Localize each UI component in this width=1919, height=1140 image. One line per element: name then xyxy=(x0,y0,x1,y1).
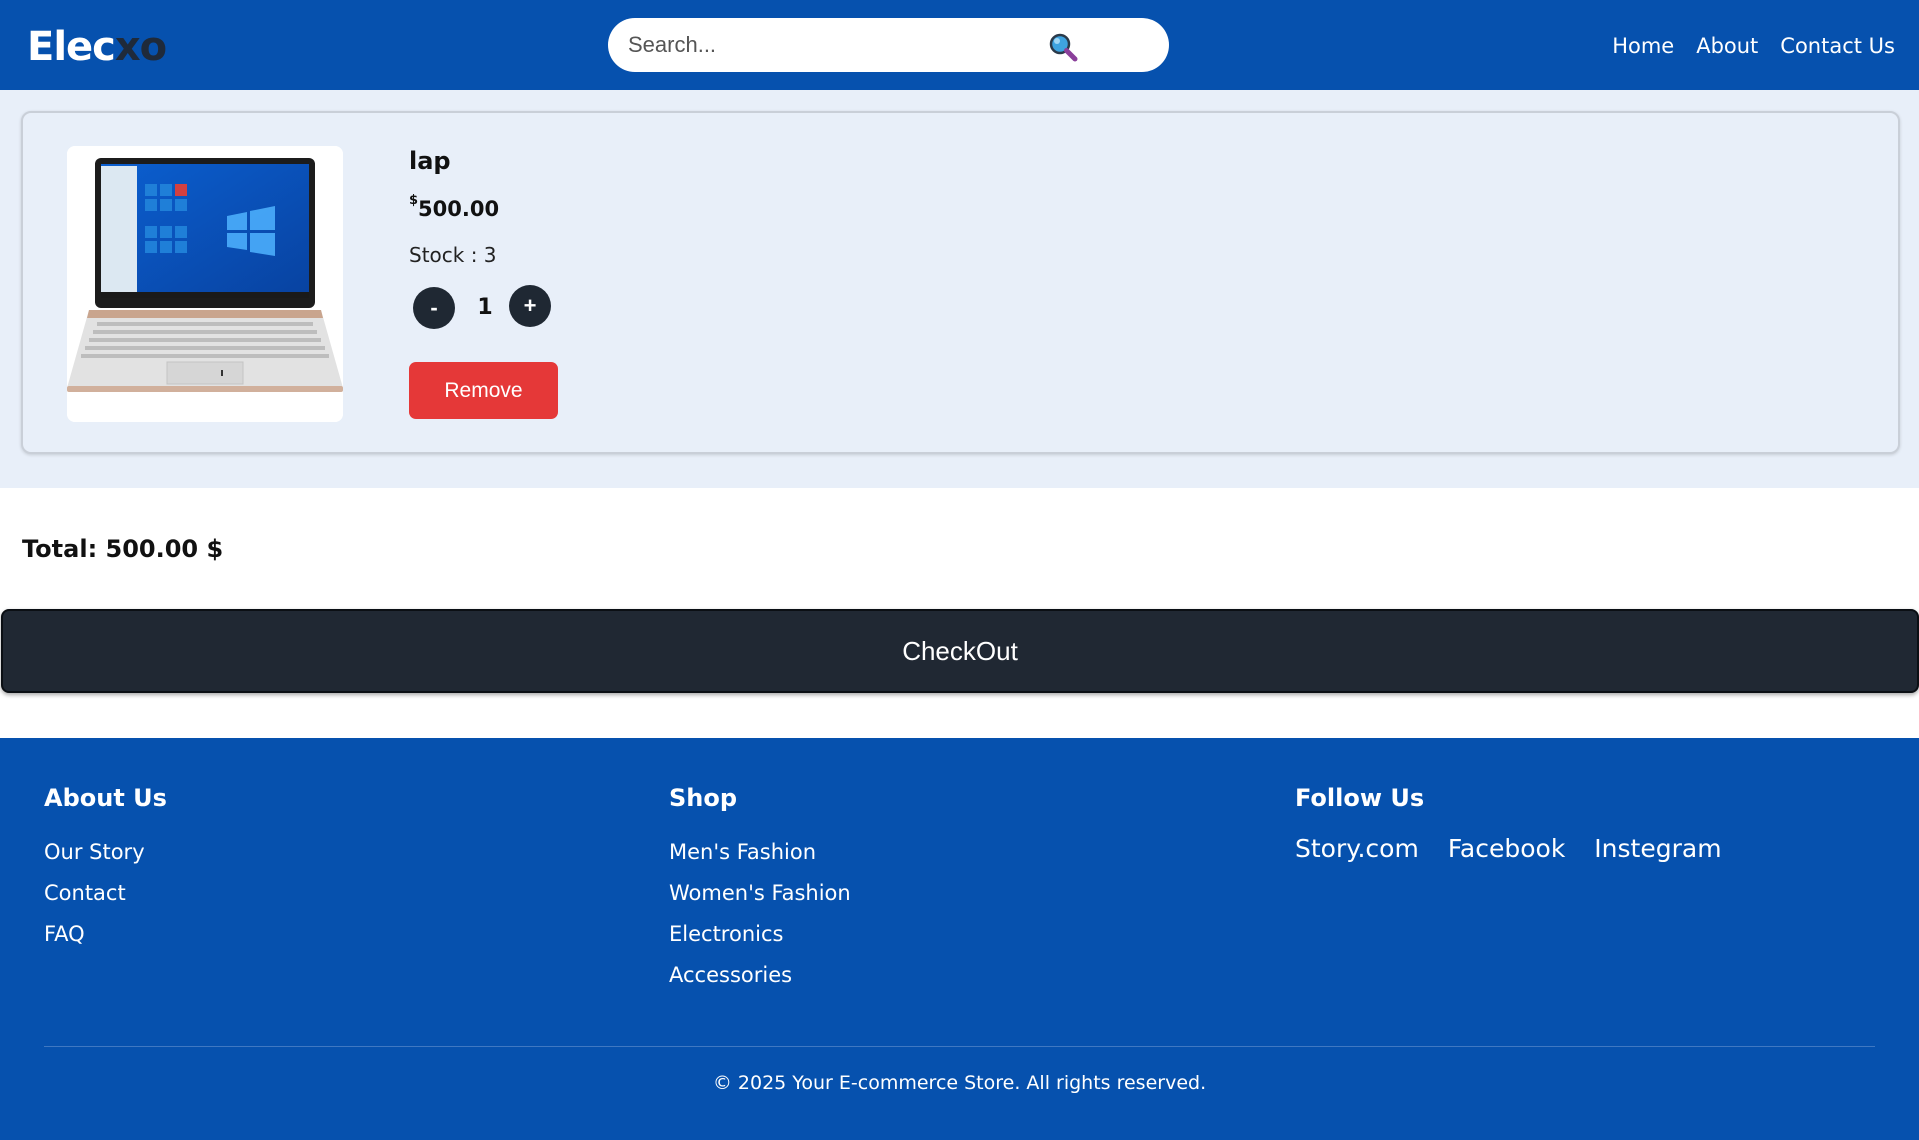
logo-text-secondary: xo xyxy=(114,24,167,70)
footer-link-our-story[interactable]: Our Story xyxy=(44,832,167,873)
product-name: lap xyxy=(409,147,451,175)
laptop-image xyxy=(67,146,343,422)
decrease-quantity-button[interactable]: - xyxy=(413,287,455,329)
remove-item-button[interactable]: Remove xyxy=(409,362,558,419)
logo-text-primary: Elec xyxy=(27,24,116,70)
footer-divider xyxy=(44,1046,1875,1047)
search-input[interactable] xyxy=(628,28,1028,62)
checkout-button[interactable]: CheckOut xyxy=(1,609,1919,693)
footer-follow-title: Follow Us xyxy=(1295,784,1425,812)
brand-logo[interactable]: Elecxo xyxy=(27,22,167,72)
nav-contact-link[interactable]: Contact Us xyxy=(1780,30,1895,62)
currency-symbol: $ xyxy=(409,193,419,208)
nav-about-link[interactable]: About xyxy=(1696,30,1758,62)
cart-section: lap $500.00 Stock : 3 - 1 + Remove xyxy=(0,90,1919,488)
main-nav: Home About Contact Us xyxy=(1612,30,1895,62)
cart-total: Total: 500.00 $ xyxy=(22,535,224,563)
footer-link-electronics[interactable]: Electronics xyxy=(669,914,851,955)
search-bar xyxy=(608,18,1169,72)
footer-link-faq[interactable]: FAQ xyxy=(44,914,167,955)
stock-label: Stock : 3 xyxy=(409,243,497,267)
quantity-value: 1 xyxy=(477,295,493,320)
top-navbar: Elecxo Home About Contact Us xyxy=(0,0,1919,90)
footer-about-column: About Us Our Story Contact FAQ xyxy=(44,784,167,955)
footer-link-contact[interactable]: Contact xyxy=(44,873,167,914)
search-icon[interactable] xyxy=(1048,32,1078,62)
footer-link-womens-fashion[interactable]: Women's Fashion xyxy=(669,873,851,914)
product-image xyxy=(67,146,343,422)
footer-follow-column: Follow Us Story.com Facebook Instegram xyxy=(1295,784,1722,866)
social-link-instagram[interactable]: Instegram xyxy=(1594,832,1721,866)
site-footer: About Us Our Story Contact FAQ Shop Men'… xyxy=(0,738,1919,1140)
footer-shop-column: Shop Men's Fashion Women's Fashion Elect… xyxy=(669,784,851,996)
increase-quantity-button[interactable]: + xyxy=(509,285,551,327)
product-price: $500.00 xyxy=(409,193,500,221)
social-links: Story.com Facebook Instegram xyxy=(1295,832,1722,866)
price-value: 500.00 xyxy=(418,197,500,221)
footer-about-title: About Us xyxy=(44,784,167,812)
nav-home-link[interactable]: Home xyxy=(1612,30,1674,62)
copyright-text: © 2025 Your E-commerce Store. All rights… xyxy=(712,1072,1207,1094)
footer-link-accessories[interactable]: Accessories xyxy=(669,955,851,996)
cart-item-card: lap $500.00 Stock : 3 - 1 + Remove xyxy=(21,111,1900,454)
footer-link-mens-fashion[interactable]: Men's Fashion xyxy=(669,832,851,873)
social-link-facebook[interactable]: Facebook xyxy=(1448,832,1565,866)
social-link-story[interactable]: Story.com xyxy=(1295,832,1419,866)
footer-shop-title: Shop xyxy=(669,784,738,812)
